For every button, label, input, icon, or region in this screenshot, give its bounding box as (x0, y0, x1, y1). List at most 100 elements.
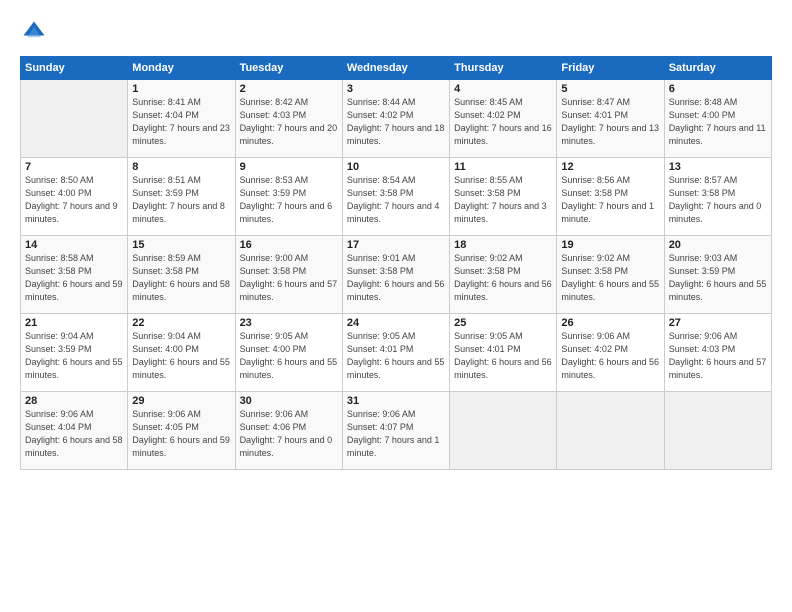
sunrise-text: Sunrise: 8:59 AM (132, 253, 201, 263)
daylight-text: Daylight: 6 hours and 57 minutes. (669, 357, 767, 380)
daylight-text: Daylight: 7 hours and 1 minute. (347, 435, 440, 458)
sunset-text: Sunset: 4:00 PM (132, 344, 199, 354)
calendar-cell: 17 Sunrise: 9:01 AM Sunset: 3:58 PM Dayl… (342, 236, 449, 314)
sunset-text: Sunset: 4:03 PM (669, 344, 736, 354)
day-number: 27 (669, 317, 767, 329)
calendar-cell: 13 Sunrise: 8:57 AM Sunset: 3:58 PM Dayl… (664, 158, 771, 236)
sunset-text: Sunset: 4:06 PM (240, 422, 307, 432)
daylight-text: Daylight: 6 hours and 59 minutes. (25, 279, 123, 302)
sunrise-text: Sunrise: 8:57 AM (669, 175, 738, 185)
sunset-text: Sunset: 3:58 PM (561, 188, 628, 198)
daylight-text: Daylight: 7 hours and 23 minutes. (132, 123, 230, 146)
calendar-cell (450, 392, 557, 470)
day-info: Sunrise: 9:04 AM Sunset: 3:59 PM Dayligh… (25, 330, 123, 382)
calendar-cell: 6 Sunrise: 8:48 AM Sunset: 4:00 PM Dayli… (664, 80, 771, 158)
day-info: Sunrise: 9:02 AM Sunset: 3:58 PM Dayligh… (561, 252, 659, 304)
calendar-cell: 30 Sunrise: 9:06 AM Sunset: 4:06 PM Dayl… (235, 392, 342, 470)
calendar-cell: 11 Sunrise: 8:55 AM Sunset: 3:58 PM Dayl… (450, 158, 557, 236)
sunset-text: Sunset: 4:02 PM (347, 110, 414, 120)
daylight-text: Daylight: 6 hours and 55 minutes. (25, 357, 123, 380)
calendar-cell: 26 Sunrise: 9:06 AM Sunset: 4:02 PM Dayl… (557, 314, 664, 392)
day-number: 13 (669, 161, 767, 173)
day-number: 15 (132, 239, 230, 251)
calendar-cell: 19 Sunrise: 9:02 AM Sunset: 3:58 PM Dayl… (557, 236, 664, 314)
sunrise-text: Sunrise: 9:06 AM (25, 409, 94, 419)
daylight-text: Daylight: 7 hours and 6 minutes. (240, 201, 333, 224)
sunrise-text: Sunrise: 9:06 AM (347, 409, 416, 419)
header (20, 18, 772, 46)
sunrise-text: Sunrise: 8:54 AM (347, 175, 416, 185)
daylight-text: Daylight: 6 hours and 56 minutes. (347, 279, 445, 302)
sunset-text: Sunset: 4:01 PM (561, 110, 628, 120)
sunset-text: Sunset: 4:00 PM (240, 344, 307, 354)
calendar-cell: 5 Sunrise: 8:47 AM Sunset: 4:01 PM Dayli… (557, 80, 664, 158)
day-number: 31 (347, 395, 445, 407)
day-info: Sunrise: 9:06 AM Sunset: 4:04 PM Dayligh… (25, 408, 123, 460)
day-info: Sunrise: 9:05 AM Sunset: 4:01 PM Dayligh… (347, 330, 445, 382)
calendar-cell: 9 Sunrise: 8:53 AM Sunset: 3:59 PM Dayli… (235, 158, 342, 236)
sunrise-text: Sunrise: 8:41 AM (132, 97, 201, 107)
sunrise-text: Sunrise: 8:42 AM (240, 97, 309, 107)
sunrise-text: Sunrise: 9:06 AM (240, 409, 309, 419)
day-info: Sunrise: 8:48 AM Sunset: 4:00 PM Dayligh… (669, 96, 767, 148)
page: SundayMondayTuesdayWednesdayThursdayFrid… (0, 0, 792, 612)
day-info: Sunrise: 9:00 AM Sunset: 3:58 PM Dayligh… (240, 252, 338, 304)
day-number: 23 (240, 317, 338, 329)
day-number: 1 (132, 83, 230, 95)
calendar-cell: 24 Sunrise: 9:05 AM Sunset: 4:01 PM Dayl… (342, 314, 449, 392)
calendar-cell: 1 Sunrise: 8:41 AM Sunset: 4:04 PM Dayli… (128, 80, 235, 158)
day-number: 5 (561, 83, 659, 95)
week-row-4: 21 Sunrise: 9:04 AM Sunset: 3:59 PM Dayl… (21, 314, 772, 392)
sunrise-text: Sunrise: 8:56 AM (561, 175, 630, 185)
sunset-text: Sunset: 3:59 PM (132, 188, 199, 198)
week-row-1: 1 Sunrise: 8:41 AM Sunset: 4:04 PM Dayli… (21, 80, 772, 158)
calendar-cell: 21 Sunrise: 9:04 AM Sunset: 3:59 PM Dayl… (21, 314, 128, 392)
day-number: 12 (561, 161, 659, 173)
sunrise-text: Sunrise: 9:06 AM (669, 331, 738, 341)
day-info: Sunrise: 8:50 AM Sunset: 4:00 PM Dayligh… (25, 174, 123, 226)
logo (20, 18, 52, 46)
sunrise-text: Sunrise: 8:47 AM (561, 97, 630, 107)
sunset-text: Sunset: 4:03 PM (240, 110, 307, 120)
week-row-3: 14 Sunrise: 8:58 AM Sunset: 3:58 PM Dayl… (21, 236, 772, 314)
day-number: 9 (240, 161, 338, 173)
day-number: 29 (132, 395, 230, 407)
sunrise-text: Sunrise: 9:05 AM (240, 331, 309, 341)
daylight-text: Daylight: 6 hours and 58 minutes. (25, 435, 123, 458)
day-number: 10 (347, 161, 445, 173)
weekday-header-sunday: Sunday (21, 57, 128, 80)
sunrise-text: Sunrise: 8:45 AM (454, 97, 523, 107)
calendar-cell: 14 Sunrise: 8:58 AM Sunset: 3:58 PM Dayl… (21, 236, 128, 314)
sunrise-text: Sunrise: 9:03 AM (669, 253, 738, 263)
sunset-text: Sunset: 4:02 PM (561, 344, 628, 354)
sunset-text: Sunset: 3:58 PM (240, 266, 307, 276)
sunset-text: Sunset: 4:01 PM (454, 344, 521, 354)
day-info: Sunrise: 8:44 AM Sunset: 4:02 PM Dayligh… (347, 96, 445, 148)
daylight-text: Daylight: 6 hours and 55 minutes. (347, 357, 445, 380)
daylight-text: Daylight: 7 hours and 3 minutes. (454, 201, 547, 224)
calendar-cell: 7 Sunrise: 8:50 AM Sunset: 4:00 PM Dayli… (21, 158, 128, 236)
sunset-text: Sunset: 3:58 PM (454, 188, 521, 198)
day-info: Sunrise: 8:41 AM Sunset: 4:04 PM Dayligh… (132, 96, 230, 148)
day-number: 8 (132, 161, 230, 173)
calendar-cell: 15 Sunrise: 8:59 AM Sunset: 3:58 PM Dayl… (128, 236, 235, 314)
calendar-cell: 12 Sunrise: 8:56 AM Sunset: 3:58 PM Dayl… (557, 158, 664, 236)
sunrise-text: Sunrise: 9:04 AM (25, 331, 94, 341)
day-info: Sunrise: 9:06 AM Sunset: 4:02 PM Dayligh… (561, 330, 659, 382)
calendar-cell: 25 Sunrise: 9:05 AM Sunset: 4:01 PM Dayl… (450, 314, 557, 392)
calendar-cell: 23 Sunrise: 9:05 AM Sunset: 4:00 PM Dayl… (235, 314, 342, 392)
sunset-text: Sunset: 4:01 PM (347, 344, 414, 354)
day-number: 7 (25, 161, 123, 173)
sunrise-text: Sunrise: 9:02 AM (561, 253, 630, 263)
day-info: Sunrise: 8:51 AM Sunset: 3:59 PM Dayligh… (132, 174, 230, 226)
day-info: Sunrise: 8:58 AM Sunset: 3:58 PM Dayligh… (25, 252, 123, 304)
sunset-text: Sunset: 4:00 PM (669, 110, 736, 120)
day-number: 20 (669, 239, 767, 251)
daylight-text: Daylight: 7 hours and 4 minutes. (347, 201, 440, 224)
daylight-text: Daylight: 7 hours and 18 minutes. (347, 123, 445, 146)
daylight-text: Daylight: 7 hours and 20 minutes. (240, 123, 338, 146)
daylight-text: Daylight: 6 hours and 58 minutes. (132, 279, 230, 302)
daylight-text: Daylight: 6 hours and 56 minutes. (454, 357, 552, 380)
sunset-text: Sunset: 4:04 PM (132, 110, 199, 120)
day-number: 2 (240, 83, 338, 95)
